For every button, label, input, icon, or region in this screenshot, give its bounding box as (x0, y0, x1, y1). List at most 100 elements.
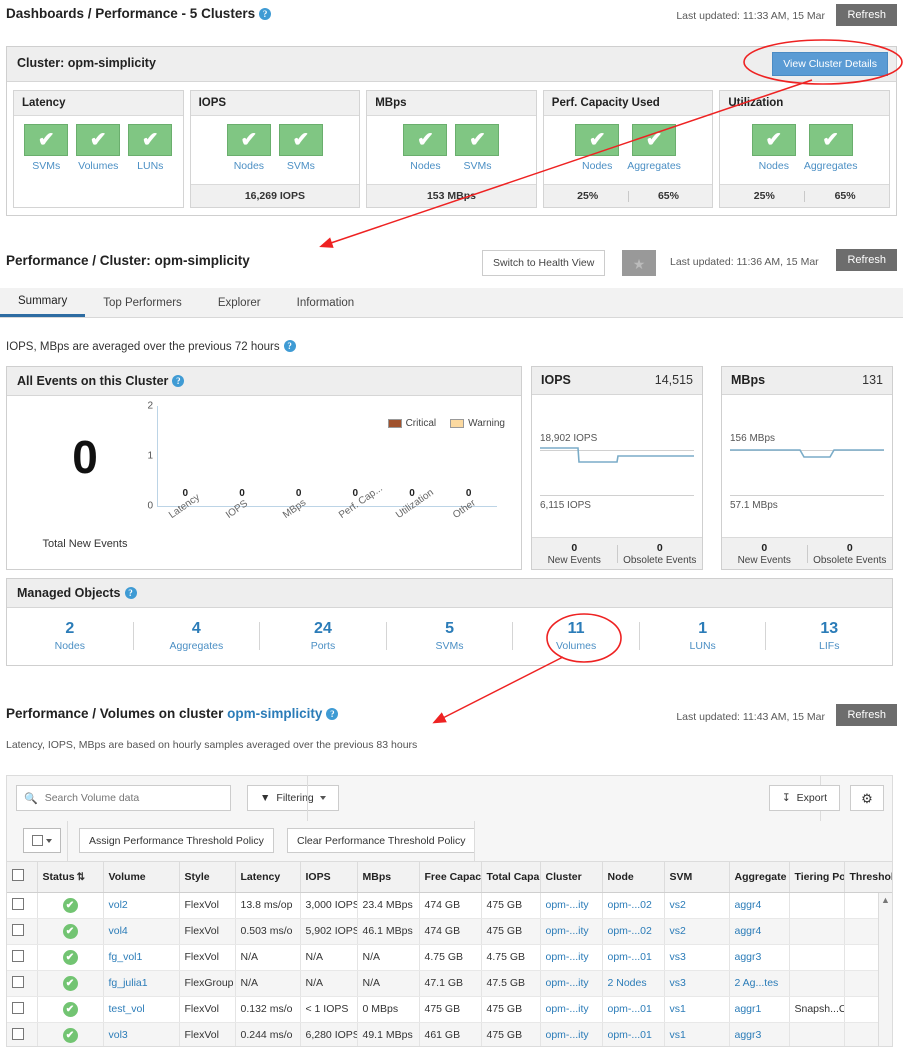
metric-label[interactable]: Nodes (759, 160, 789, 172)
row-select-checkbox[interactable] (7, 970, 38, 997)
gear-icon[interactable]: ⚙ (850, 785, 884, 811)
managed-object-ports[interactable]: 24 Ports (260, 620, 386, 652)
metric-svms[interactable]: ✔ SVMs (275, 124, 327, 180)
cell-cluster[interactable]: opm-...ity (540, 918, 603, 945)
metric-label[interactable]: Nodes (410, 160, 440, 172)
search-field-wrapper[interactable]: 🔍 (16, 785, 231, 811)
metric-volumes[interactable]: ✔ Volumes (72, 124, 124, 181)
row-select-checkbox[interactable] (7, 944, 38, 971)
metric-luns[interactable]: ✔ LUNs (124, 124, 176, 181)
metric-label[interactable]: SVMs (287, 160, 315, 172)
assign-threshold-policy-button[interactable]: Assign Performance Threshold Policy (79, 828, 274, 853)
view-cluster-details-button[interactable]: View Cluster Details (772, 52, 888, 76)
managed-object-volumes[interactable]: 11 Volumes (513, 620, 639, 652)
checkbox-icon[interactable] (12, 975, 24, 988)
cell-aggregate[interactable]: aggr3 (729, 944, 790, 971)
managed-object-svms[interactable]: 5 SVMs (387, 620, 513, 652)
help-icon-events[interactable]: ? (172, 375, 185, 387)
table-row[interactable]: ✔ fg_vol1 FlexVol N/A N/A N/A 4.75 GB 4.75 GB op… (7, 944, 892, 971)
help-icon-volumes[interactable]: ? (326, 708, 339, 720)
managed-object-luns[interactable]: 1 LUNs (640, 620, 766, 652)
metric-label[interactable]: SVMs (463, 160, 491, 172)
cell-svm[interactable]: vs1 (664, 1022, 730, 1046)
table-vertical-scrollbar[interactable]: ▲ (878, 893, 892, 1046)
sort-indicator-icon[interactable]: ⇅ (77, 872, 85, 883)
tab-top-performers[interactable]: Top Performers (85, 288, 200, 317)
checkbox-icon[interactable] (12, 949, 24, 962)
column-header-free-capac[interactable]: Free Capac (419, 862, 482, 893)
metric-aggregates[interactable]: ✔ Aggregates (800, 124, 862, 180)
metric-nodes[interactable]: ✔ Nodes (223, 124, 275, 180)
clear-threshold-policy-button[interactable]: Clear Performance Threshold Policy (287, 828, 476, 853)
table-row[interactable]: ✔ vol3 FlexVol 0.244 ms/o 6,280 IOPS 49.1 MBp… (7, 1022, 892, 1046)
checkbox-icon[interactable] (12, 1027, 24, 1040)
cell-cluster[interactable]: opm-...ity (540, 1022, 603, 1046)
metric-label[interactable]: Aggregates (627, 160, 681, 172)
table-row[interactable]: ✔ test_vol FlexVol 0.132 ms/o < 1 IOPS 0 MBps… (7, 996, 892, 1023)
metric-nodes[interactable]: ✔ Nodes (399, 124, 451, 180)
column-header-cluster[interactable]: Cluster (540, 862, 603, 893)
cell-volume[interactable]: fg_vol1 (103, 944, 180, 971)
managed-object-nodes[interactable]: 2 Nodes (7, 620, 133, 652)
checkbox-icon[interactable] (12, 923, 24, 936)
column-header-threshold[interactable]: Threshold (844, 862, 892, 893)
column-header-svm[interactable]: SVM (664, 862, 730, 893)
managed-object-aggregates[interactable]: 4 Aggregates (134, 620, 260, 652)
table-row[interactable]: ✔ vol4 FlexVol 0.503 ms/o 5,902 IOPS 46.1 MBp… (7, 918, 892, 945)
column-header-aggregate[interactable]: Aggregate (729, 862, 790, 893)
select-all-dropdown[interactable] (23, 828, 61, 853)
metric-aggregates[interactable]: ✔ Aggregates (623, 124, 685, 180)
column-header-volume[interactable]: Volume (103, 862, 180, 893)
cell-aggregate[interactable]: aggr1 (729, 996, 790, 1023)
scroll-up-arrow-icon[interactable]: ▲ (879, 895, 892, 905)
refresh-volumes-button[interactable]: Refresh (836, 704, 897, 726)
checkbox-icon[interactable] (12, 897, 24, 910)
metric-svms[interactable]: ✔ SVMs (20, 124, 72, 181)
cell-volume[interactable]: vol4 (103, 918, 180, 945)
cell-node[interactable]: opm-...02 (602, 892, 665, 919)
cell-volume[interactable]: vol3 (103, 1022, 180, 1046)
metric-label[interactable]: Nodes (582, 160, 612, 172)
checkbox-icon[interactable] (12, 869, 24, 882)
cell-node[interactable]: opm-...01 (602, 1022, 665, 1046)
cell-volume[interactable]: vol2 (103, 892, 180, 919)
column-header-status[interactable]: Status ⇅ (37, 862, 104, 893)
cell-svm[interactable]: vs2 (664, 918, 730, 945)
row-select-checkbox[interactable] (7, 996, 38, 1023)
refresh-cluster-button[interactable]: Refresh (836, 249, 897, 271)
cell-node[interactable]: opm-...01 (602, 996, 665, 1023)
column-header-iops[interactable]: IOPS (300, 862, 358, 893)
cell-node[interactable]: opm-...02 (602, 918, 665, 945)
column-header-total-capa[interactable]: Total Capa (481, 862, 541, 893)
legend-item-critical[interactable]: Critical (387, 418, 436, 429)
column-header-node[interactable]: Node (602, 862, 665, 893)
cell-cluster[interactable]: opm-...ity (540, 970, 603, 997)
help-icon-summary[interactable]: ? (283, 340, 296, 352)
export-button[interactable]: ↧ Export (768, 785, 840, 811)
cell-volume[interactable]: test_vol (103, 996, 180, 1023)
metric-label[interactable]: Nodes (234, 160, 264, 172)
managed-object-lifs[interactable]: 13 LIFs (766, 620, 892, 652)
column-header-mbps[interactable]: MBps (357, 862, 420, 893)
tab-summary[interactable]: Summary (0, 288, 86, 317)
metric-label[interactable]: Volumes (78, 160, 118, 172)
tab-explorer[interactable]: Explorer (200, 288, 279, 317)
cell-cluster[interactable]: opm-...ity (540, 944, 603, 971)
cell-svm[interactable]: vs2 (664, 892, 730, 919)
cell-svm[interactable]: vs1 (664, 996, 730, 1023)
metric-svms[interactable]: ✔ SVMs (451, 124, 503, 180)
table-row[interactable]: ✔ vol2 FlexVol 13.8 ms/op 3,000 IOPS 23.4 MBp… (7, 892, 892, 919)
column-header-style[interactable]: Style (179, 862, 236, 893)
favorite-star-button[interactable]: ★ (622, 250, 656, 276)
metric-label[interactable]: Aggregates (804, 160, 858, 172)
checkbox-icon[interactable] (12, 1001, 24, 1014)
column-header-latency[interactable]: Latency (235, 862, 301, 893)
select-all-checkbox[interactable] (7, 862, 38, 893)
refresh-dashboard-button[interactable]: Refresh (836, 4, 897, 26)
column-header-tiering-polic[interactable]: Tiering Polic (789, 862, 845, 893)
metric-label[interactable]: SVMs (32, 160, 60, 172)
cell-volume[interactable]: fg_julia1 (103, 970, 180, 997)
cell-node[interactable]: opm-...01 (602, 944, 665, 971)
cell-cluster[interactable]: opm-...ity (540, 892, 603, 919)
cell-cluster[interactable]: opm-...ity (540, 996, 603, 1023)
